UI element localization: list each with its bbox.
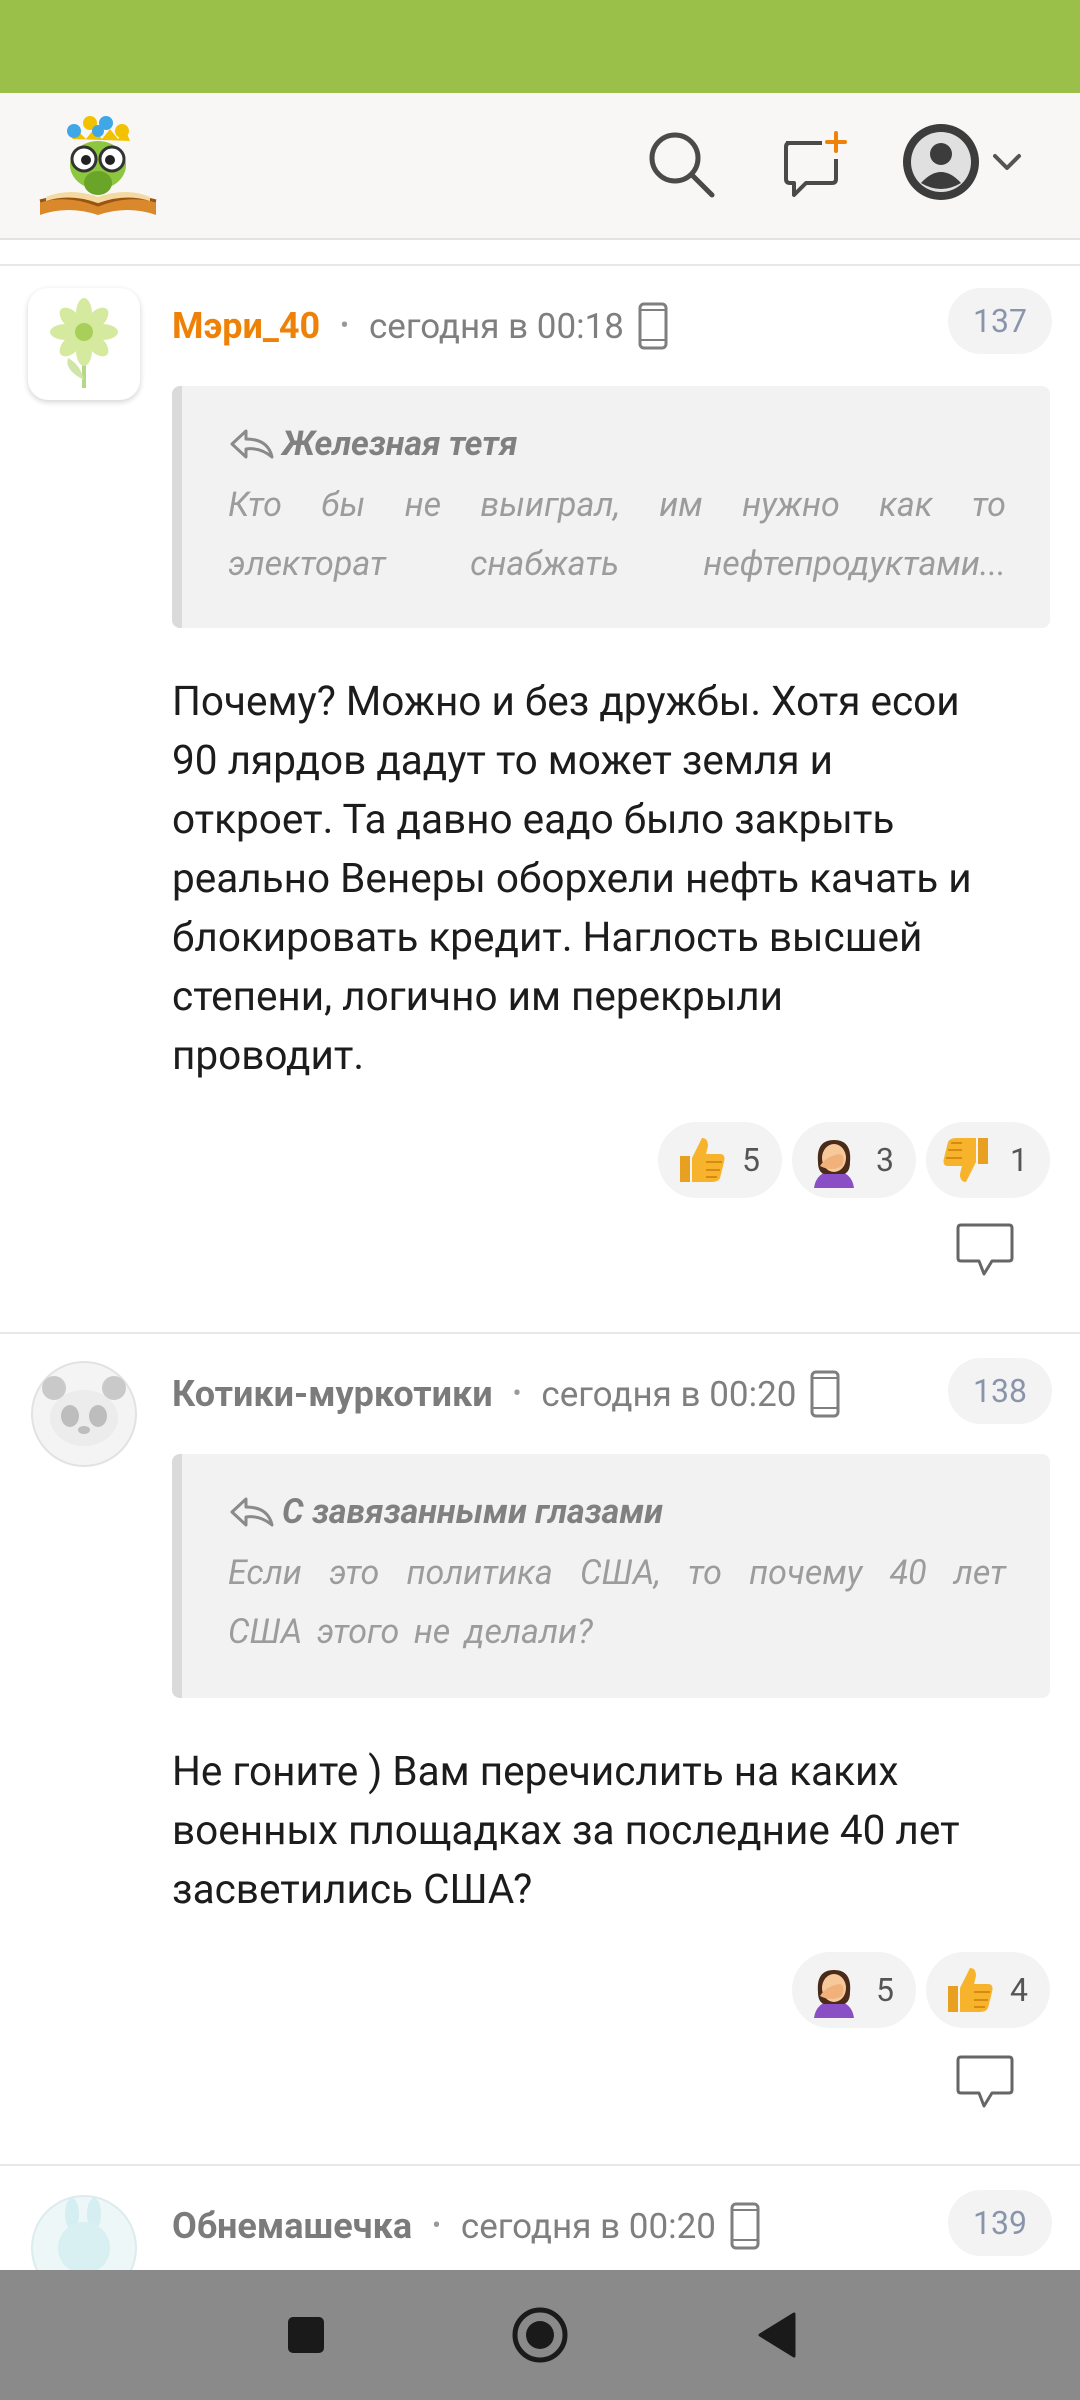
panda-avatar-icon: [31, 1361, 137, 1467]
quote-author: Железная тетя: [282, 424, 518, 464]
app-header: [0, 93, 1080, 240]
reply-comment-icon[interactable]: [954, 1222, 1016, 1280]
reaction-count: 4: [1010, 1971, 1028, 2009]
reaction-facepalm[interactable]: 3: [792, 1122, 917, 1198]
new-post-icon[interactable]: [776, 129, 850, 203]
comment-meta: Обнемашечка • сегодня в 00:20: [172, 2196, 760, 2256]
comment-time: сегодня в 00:20: [541, 1373, 797, 1415]
quote-author: С завязанными глазами: [282, 1492, 663, 1532]
thumbs-up-icon: [948, 1968, 993, 2012]
body-line: военных площадках за последние 40 лет: [172, 1806, 960, 1854]
quote-header: С завязанными глазами: [228, 1490, 1006, 1534]
square-icon: [288, 2317, 324, 2353]
author-name[interactable]: Котики-муркотики: [172, 1373, 493, 1415]
mobile-device-icon: [810, 1370, 840, 1418]
recents-button[interactable]: [270, 2270, 342, 2400]
quote-block[interactable]: Железная тетя Кто бы не выиграл, им нужн…: [172, 386, 1050, 628]
mobile-device-icon: [638, 302, 668, 350]
reaction-count: 3: [876, 1141, 895, 1179]
user-avatar[interactable]: [28, 288, 140, 400]
home-button[interactable]: [500, 2270, 580, 2400]
bunny-avatar-icon: [31, 2195, 137, 2270]
top-divider: [0, 264, 1080, 266]
separator-dot: •: [512, 1379, 522, 1409]
reply-arrow-icon: [230, 429, 274, 459]
body-line: 90 лярдов дадут то может земля и: [172, 736, 834, 784]
comment-time: сегодня в 00:20: [460, 2205, 716, 2247]
comment-meta: Мэри_40 • сегодня в 00:18: [172, 296, 668, 356]
flower-avatar-icon: [50, 298, 118, 388]
comment-time: сегодня в 00:18: [368, 305, 624, 347]
reaction-thumbs-up[interactable]: 5: [658, 1122, 783, 1198]
user-avatar[interactable]: [28, 1358, 140, 1470]
body-line: Не гоните ) Вам перечислить на каких: [172, 1747, 899, 1795]
body-line: проводит.: [172, 1031, 365, 1079]
system-nav-bar: [0, 2270, 1080, 2400]
comment-meta: Котики-муркотики • сегодня в 00:20: [172, 1364, 840, 1424]
reply-arrow-icon: [230, 1497, 274, 1527]
back-button[interactable]: [740, 2270, 812, 2400]
reaction-bar: 5 4: [792, 1952, 1050, 2028]
comment-number[interactable]: 137: [948, 288, 1052, 354]
comment-number[interactable]: 139: [948, 2190, 1052, 2256]
body-line: Почему? Можно и без дружбы. Хотя есои: [172, 677, 960, 725]
back-triangle-icon: [758, 2312, 796, 2358]
body-line: блокировать кредит. Наглость высшей: [172, 913, 923, 961]
facepalm-icon: [814, 1970, 855, 2018]
home-circle-icon: [512, 2307, 568, 2363]
thumbs-up-icon: [680, 1138, 725, 1182]
reaction-bar: 5 3 1: [658, 1122, 1050, 1198]
quote-line: Кто бы не выиграл, им нужно как то: [228, 485, 1006, 525]
quote-line: США этого не делали?: [228, 1612, 593, 1652]
reaction-count: 5: [742, 1141, 761, 1179]
body-line: степени, логично им перекрыли: [172, 972, 783, 1020]
reaction-count: 1: [1010, 1141, 1028, 1179]
reaction-thumbs-down[interactable]: 1: [926, 1122, 1050, 1198]
site-logo[interactable]: [32, 109, 164, 221]
quote-line: Если это политика США, то почему 40 лет: [228, 1553, 1006, 1593]
separator-dot: •: [340, 311, 349, 341]
reaction-thumbs-up[interactable]: 4: [926, 1952, 1050, 2028]
comment-divider: [0, 1332, 1080, 1334]
profile-avatar-icon[interactable]: [900, 121, 982, 203]
reaction-facepalm[interactable]: 5: [792, 1952, 917, 2028]
user-avatar[interactable]: [28, 2192, 140, 2270]
comment-divider: [0, 2164, 1080, 2166]
search-icon[interactable]: [644, 127, 718, 201]
body-line: реально Венеры оборхели нефть качать и: [172, 854, 972, 902]
comment-number[interactable]: 138: [948, 1358, 1052, 1424]
author-name[interactable]: Мэри_40: [172, 305, 320, 347]
quote-line: электорат снабжать нефтепродуктами...: [228, 544, 1006, 584]
body-line: засветились США?: [172, 1865, 533, 1913]
quote-block[interactable]: С завязанными глазами Если это политика …: [172, 1454, 1050, 1698]
comment-body: Не гоните ) Вам перечислить на каких вое…: [172, 1742, 1052, 1919]
quote-header: Железная тетя: [228, 422, 1006, 466]
mobile-device-icon: [730, 2202, 760, 2250]
thumbs-down-icon: [943, 1138, 989, 1182]
facepalm-icon: [814, 1140, 855, 1188]
chevron-down-icon[interactable]: [990, 145, 1024, 179]
separator-dot: •: [432, 2211, 441, 2241]
status-bar: [0, 0, 1080, 93]
body-line: откроет. Та давно еадо было закрыть: [172, 795, 895, 843]
reply-comment-icon[interactable]: [954, 2054, 1016, 2112]
reaction-count: 5: [876, 1971, 895, 2009]
author-name[interactable]: Обнемашечка: [172, 2205, 412, 2247]
comment-body: Почему? Можно и без дружбы. Хотя есои 90…: [172, 672, 1052, 1085]
